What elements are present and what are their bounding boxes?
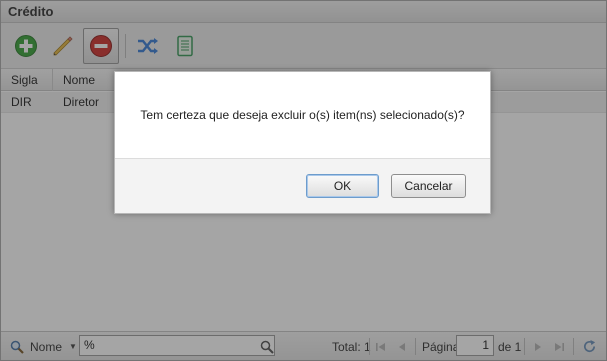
ok-button[interactable]: OK xyxy=(306,174,379,198)
confirm-delete-dialog: Tem certeza que deseja excluir o(s) item… xyxy=(114,71,491,214)
dialog-message: Tem certeza que deseja excluir o(s) item… xyxy=(140,108,465,122)
cancel-button[interactable]: Cancelar xyxy=(391,174,466,198)
dialog-footer: OK Cancelar xyxy=(115,158,490,213)
